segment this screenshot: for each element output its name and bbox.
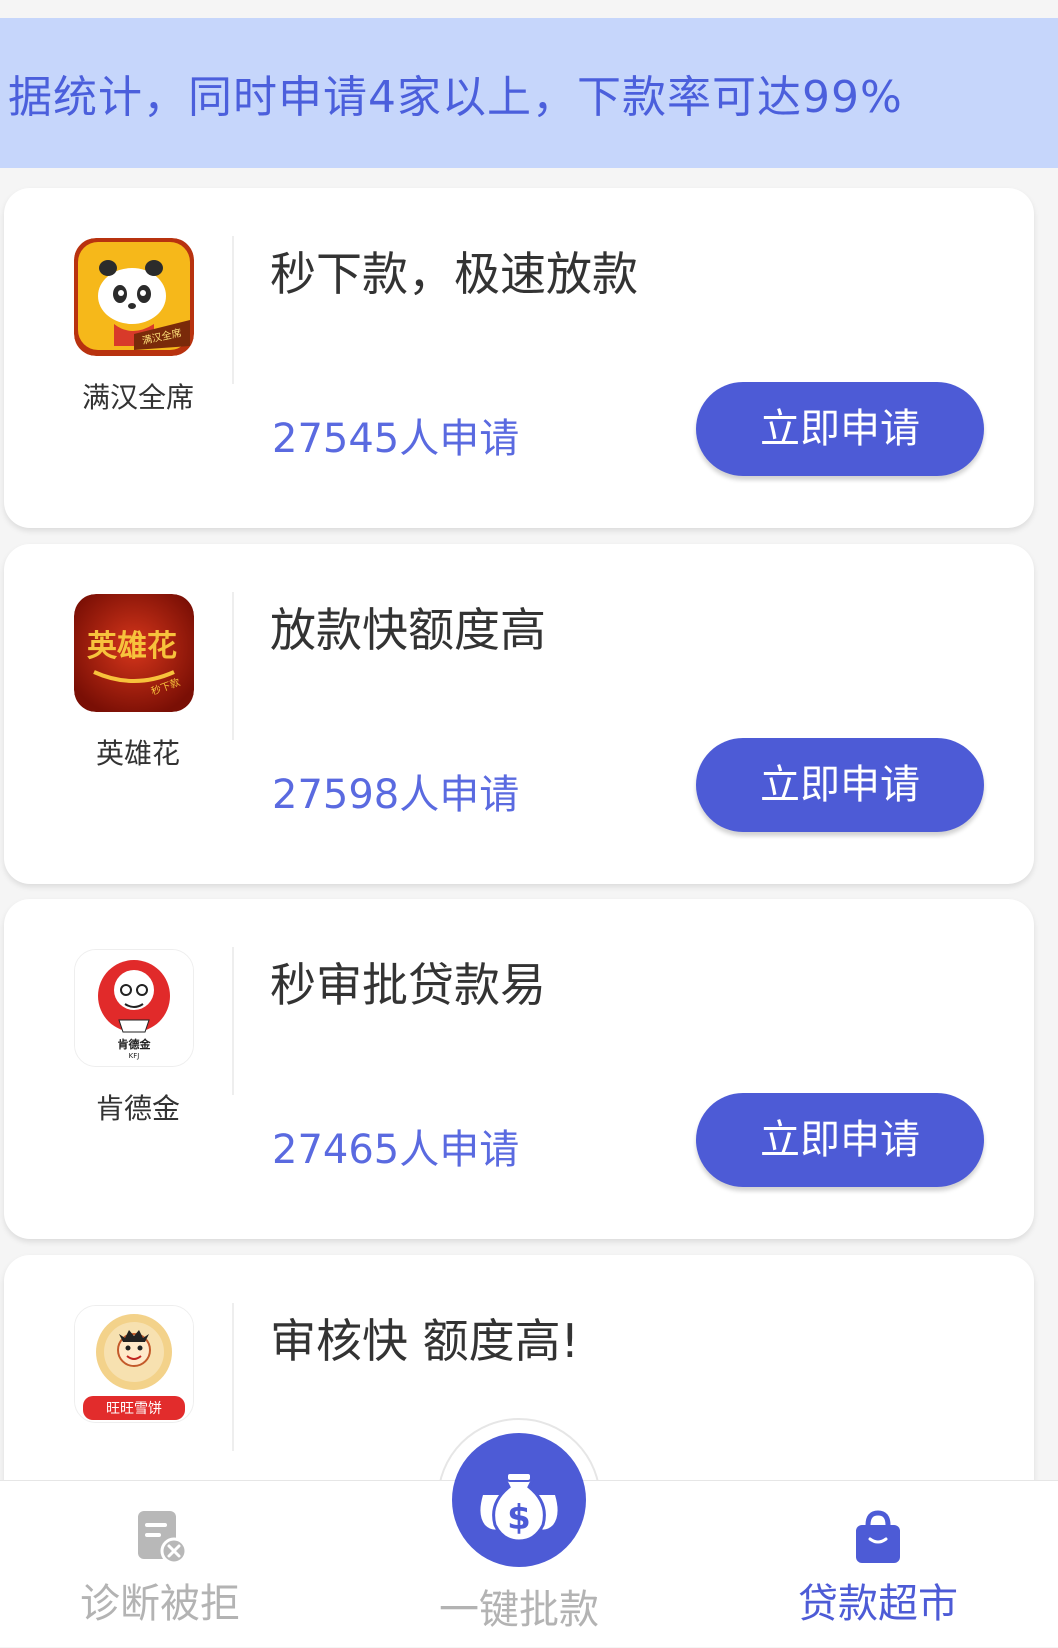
app-logo-kendejin: 肯德金 KFJ: [74, 949, 194, 1067]
colonel-logo-icon: 肯德金 KFJ: [75, 950, 193, 1066]
card-title: 秒审批贷款易: [270, 958, 546, 1012]
app-name: 英雄花: [95, 737, 180, 770]
apply-now-button[interactable]: 立即申请: [696, 738, 984, 832]
panda-logo-icon: 满汉全席: [74, 238, 194, 356]
promo-banner: 据统计，同时申请4家以上，下款率可达99%: [0, 18, 1058, 168]
card-title: 审核快 额度高!: [270, 1314, 580, 1368]
promo-banner-text: 据统计，同时申请4家以上，下款率可达99%: [8, 72, 903, 123]
card-title: 秒下款，极速放款: [270, 247, 638, 301]
app-name: 满汉全席: [81, 381, 194, 414]
applicant-count: 27545人申请: [272, 416, 520, 462]
apply-now-button[interactable]: 立即申请: [696, 1093, 984, 1187]
card-title: 放款快额度高: [270, 603, 546, 657]
logo-title-text: 英雄花: [87, 629, 177, 664]
tab-label: 贷款超市: [798, 1581, 958, 1627]
snow-cracker-logo-icon: 旺旺雪饼: [75, 1306, 193, 1422]
hero-flower-logo-icon: 英雄花 秒下款: [74, 594, 194, 712]
logo-title-text: 肯德金: [118, 1037, 152, 1051]
divider: [232, 236, 234, 384]
app-logo-manhan: 满汉全席: [74, 238, 194, 356]
tab-diagnose-rejected[interactable]: 诊断被拒: [40, 1481, 280, 1648]
document-reject-icon: [138, 1511, 188, 1565]
logo-title-text: 旺旺雪饼: [106, 1401, 162, 1417]
shopping-bag-icon: [856, 1510, 900, 1563]
tab-label: 诊断被拒: [80, 1581, 240, 1627]
app-logo-yingxionghua: 英雄花 秒下款: [74, 594, 194, 712]
logo-sub-text: KFJ: [129, 1052, 140, 1060]
app-logo-wangwang: 旺旺雪饼: [74, 1305, 194, 1423]
tab-loan-market[interactable]: 贷款超市: [758, 1481, 998, 1648]
one-click-loan-fab[interactable]: $: [452, 1433, 586, 1567]
divider: [232, 947, 234, 1095]
loan-card[interactable]: 英雄花 秒下款 英雄花 放款快额度高 27598人申请 立即申请: [4, 544, 1034, 884]
money-bags-icon: $: [480, 1472, 558, 1543]
svg-text:$: $: [507, 1498, 531, 1538]
loan-card[interactable]: 满汉全席 满汉全席 秒下款，极速放款 27545人申请 立即申请: [4, 188, 1034, 528]
applicant-count: 27598人申请: [272, 772, 520, 818]
loan-card[interactable]: 肯德金 KFJ 肯德金 秒审批贷款易 27465人申请 立即申请: [4, 899, 1034, 1239]
app-name: 肯德金: [95, 1092, 180, 1125]
divider: [232, 1303, 234, 1451]
applicant-count: 27465人申请: [272, 1127, 520, 1173]
divider: [232, 592, 234, 740]
tab-label: 一键批款: [439, 1587, 599, 1633]
apply-now-button[interactable]: 立即申请: [696, 382, 984, 476]
